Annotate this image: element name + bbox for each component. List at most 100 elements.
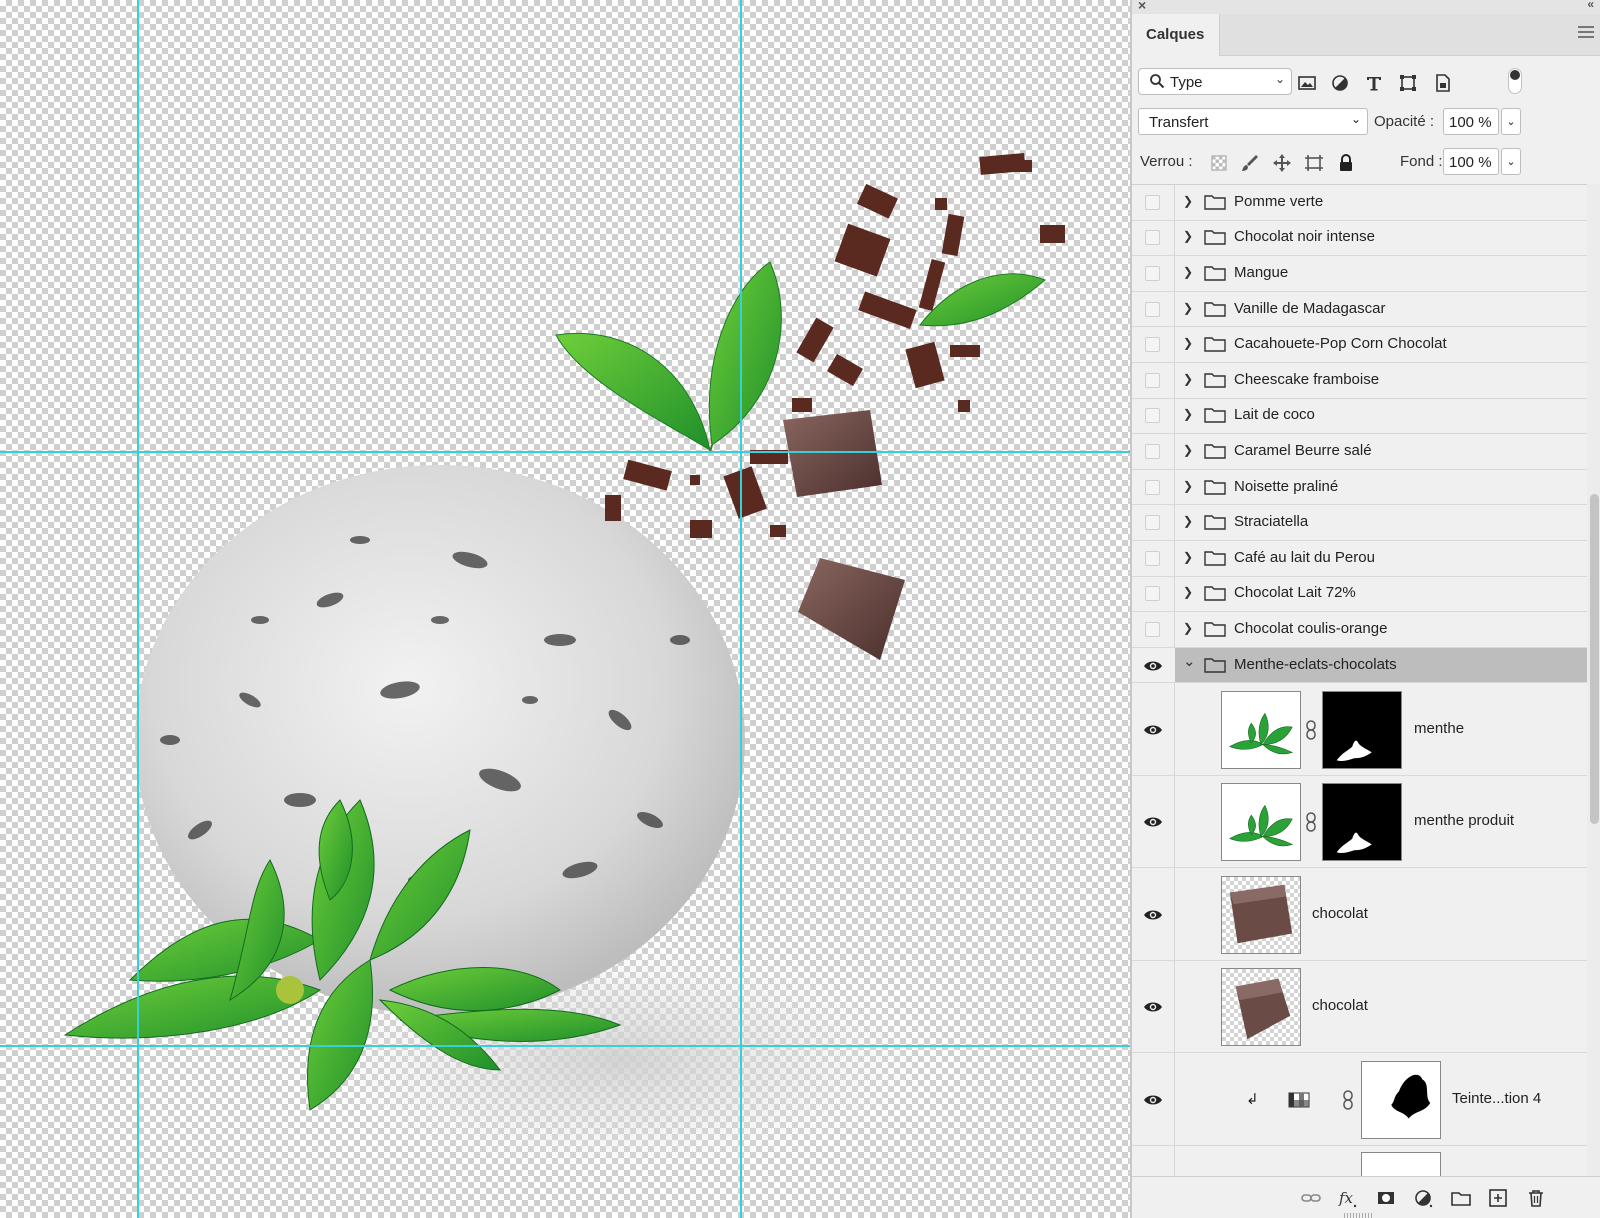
visibility-toggle-hidden[interactable] (1145, 443, 1160, 459)
eye-icon[interactable] (1143, 814, 1163, 830)
lock-position-move-icon[interactable] (1271, 152, 1293, 174)
fill-chevron-icon[interactable]: ⌄ (1501, 148, 1521, 175)
close-panel-button[interactable]: × (1138, 0, 1146, 13)
layer-thumbnail[interactable] (1221, 783, 1301, 862)
layer-group-row[interactable]: ❯ Caramel Beurre salé (1132, 434, 1587, 470)
expand-chevron-icon[interactable]: ❯ (1183, 443, 1193, 457)
layer-group-row[interactable]: ❯ Vanille de Madagascar (1132, 291, 1587, 328)
layer-row[interactable]: ↲ Teinte...tion 4 (1132, 1053, 1587, 1146)
link-layers-icon[interactable] (1300, 1187, 1322, 1209)
layer-group-row[interactable]: ❯ Chocolat coulis-orange (1132, 612, 1587, 648)
visibility-toggle-hidden[interactable] (1145, 479, 1160, 495)
visibility-toggle-hidden[interactable] (1145, 265, 1160, 281)
eye-icon[interactable] (1143, 722, 1163, 738)
layer-group-row[interactable]: ❯ Chocolat Lait 72% (1132, 576, 1587, 613)
smart-object-filter-icon[interactable] (1432, 72, 1454, 94)
guide-vertical[interactable] (740, 0, 742, 1218)
new-adjustment-layer-icon[interactable] (1412, 1187, 1434, 1209)
mask-link-icon[interactable] (1305, 812, 1317, 832)
layer-group-row[interactable]: ❯ Noisette praliné (1132, 469, 1587, 506)
add-mask-icon[interactable] (1375, 1187, 1397, 1209)
expand-chevron-icon[interactable]: ❯ (1183, 336, 1193, 350)
scrollbar-thumb[interactable] (1590, 494, 1599, 824)
layer-list[interactable]: ❯ Pomme verte ❯ Chocolat noir intense ❯ Mangu… (1132, 184, 1587, 1176)
opacity-input[interactable]: 100 % (1443, 108, 1499, 135)
new-group-folder-icon[interactable] (1450, 1187, 1472, 1209)
lock-transparency-icon[interactable] (1208, 152, 1230, 174)
layer-mask-thumbnail[interactable] (1322, 690, 1402, 769)
expand-chevron-icon[interactable]: ❯ (1183, 301, 1193, 315)
expand-chevron-icon[interactable]: ❯ (1183, 621, 1193, 635)
expand-chevron-icon[interactable]: ❯ (1183, 407, 1193, 421)
layer-row[interactable]: chocolat (1132, 868, 1587, 961)
type-filter-icon[interactable] (1363, 72, 1385, 94)
expand-chevron-icon[interactable]: ❯ (1183, 479, 1193, 493)
mask-link-icon[interactable] (1342, 1089, 1354, 1110)
document-canvas[interactable] (0, 0, 1130, 1218)
layer-thumbnail[interactable] (1221, 875, 1301, 954)
opacity-chevron-icon[interactable]: ⌄ (1501, 108, 1521, 135)
layer-group-row[interactable]: ❯ Pomme verte (1132, 185, 1587, 221)
collapse-panel-button[interactable]: « (1587, 0, 1594, 11)
mask-link-icon[interactable] (1305, 719, 1317, 740)
visibility-toggle-hidden[interactable] (1145, 194, 1160, 210)
layer-mask-thumbnail[interactable] (1361, 1151, 1441, 1176)
layer-mask-thumbnail[interactable] (1322, 783, 1402, 862)
layer-group-row[interactable]: ❯ Chocolat noir intense (1132, 220, 1587, 257)
visibility-toggle-hidden[interactable] (1145, 550, 1160, 566)
expand-chevron-icon[interactable]: ❯ (1183, 229, 1193, 243)
layer-group-row[interactable]: ❯ Lait de coco (1132, 398, 1587, 435)
layer-group-row[interactable]: ❯ Cacahouete-Pop Corn Chocolat (1132, 327, 1587, 363)
visibility-toggle-hidden[interactable] (1145, 586, 1160, 602)
eye-icon[interactable] (1143, 907, 1163, 923)
layer-style-fx-icon[interactable]: fx (1337, 1187, 1359, 1209)
expand-chevron-icon[interactable]: ❯ (1183, 265, 1193, 279)
fill-input[interactable]: 100 % (1443, 148, 1499, 175)
layer-group-row[interactable]: ❯ Straciatella (1132, 505, 1587, 541)
layer-group-row[interactable]: ❯ Mangue (1132, 256, 1587, 292)
layer-row[interactable]: menthe (1132, 683, 1587, 776)
visibility-toggle-hidden[interactable] (1145, 408, 1160, 424)
adjustment-filter-icon[interactable] (1329, 72, 1351, 94)
guide-horizontal[interactable] (0, 1045, 1130, 1047)
collapse-chevron-icon[interactable]: ⌄ (1183, 652, 1196, 670)
blend-mode-dropdown[interactable]: Transfert ⌄ (1138, 108, 1368, 135)
visibility-toggle-hidden[interactable] (1145, 301, 1160, 317)
layer-row[interactable]: menthe produit (1132, 775, 1587, 869)
eye-icon[interactable] (1143, 658, 1163, 674)
lock-artboard-icon[interactable] (1303, 152, 1325, 174)
layer-mask-thumbnail[interactable] (1361, 1060, 1441, 1139)
layer-group-row[interactable]: ❯ Café au lait du Perou (1132, 541, 1587, 577)
visibility-toggle-hidden[interactable] (1145, 372, 1160, 388)
visibility-toggle-hidden[interactable] (1145, 230, 1160, 246)
visibility-toggle-hidden[interactable] (1145, 515, 1160, 531)
eye-icon[interactable] (1143, 999, 1163, 1015)
layer-row-partial[interactable] (1132, 1145, 1587, 1176)
layer-thumbnail[interactable] (1221, 968, 1301, 1047)
expand-chevron-icon[interactable]: ❯ (1183, 372, 1193, 386)
layer-group-row-open[interactable]: ⌄ Menthe-eclats-chocolats (1132, 647, 1587, 684)
filter-toggle-switch[interactable] (1508, 68, 1522, 94)
guide-horizontal[interactable] (0, 451, 1130, 453)
visibility-toggle-hidden[interactable] (1145, 337, 1160, 353)
panel-menu-icon[interactable] (1578, 26, 1594, 40)
guide-vertical[interactable] (137, 0, 139, 1218)
expand-chevron-icon[interactable]: ❯ (1183, 194, 1193, 208)
layer-filter-dropdown[interactable]: Type ⌄ (1138, 68, 1292, 95)
expand-chevron-icon[interactable]: ❯ (1183, 514, 1193, 528)
delete-layer-trash-icon[interactable] (1525, 1187, 1547, 1209)
eye-icon[interactable] (1143, 1092, 1163, 1108)
tab-layers[interactable]: Calques (1132, 14, 1220, 56)
layer-thumbnail[interactable] (1221, 690, 1301, 769)
lock-all-icon[interactable] (1335, 152, 1357, 174)
new-layer-icon[interactable] (1487, 1187, 1509, 1209)
visibility-toggle-hidden[interactable] (1145, 621, 1160, 637)
panel-resize-grip[interactable] (1344, 1213, 1374, 1218)
expand-chevron-icon[interactable]: ❯ (1183, 585, 1193, 599)
expand-chevron-icon[interactable]: ❯ (1183, 550, 1193, 564)
shape-filter-icon[interactable] (1397, 72, 1419, 94)
image-filter-icon[interactable] (1296, 72, 1318, 94)
lock-pixels-brush-icon[interactable] (1239, 152, 1261, 174)
layer-list-scrollbar[interactable] (1587, 184, 1600, 1176)
layer-group-row[interactable]: ❯ Cheescake framboise (1132, 363, 1587, 399)
